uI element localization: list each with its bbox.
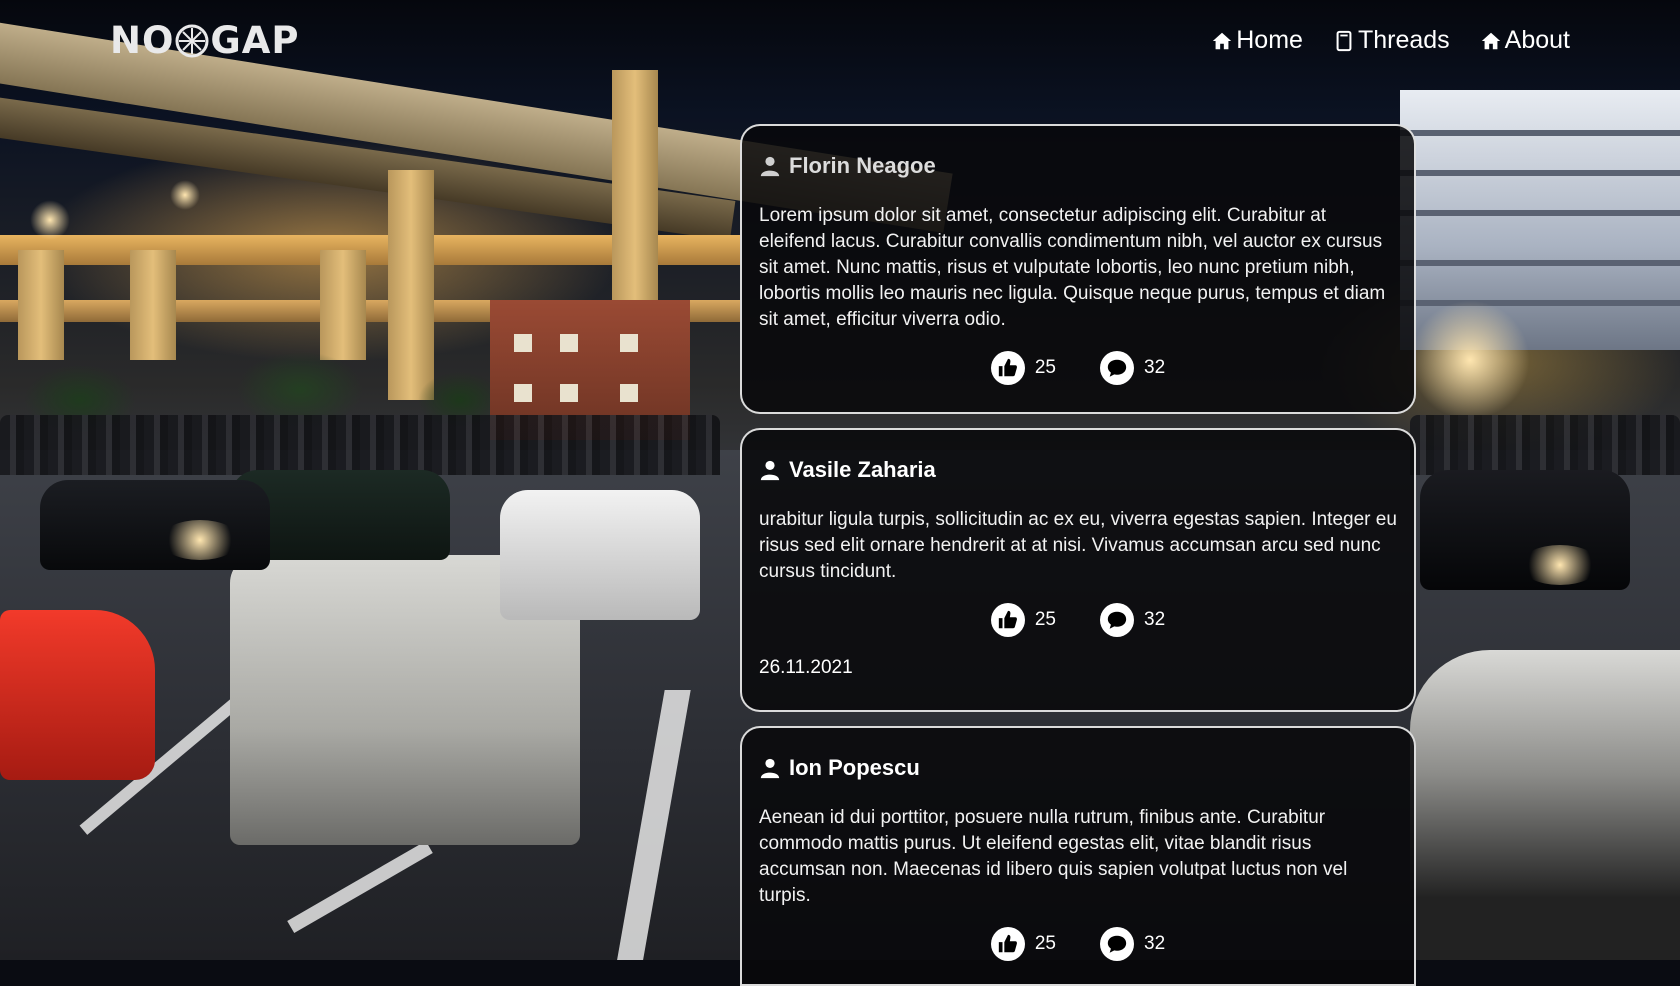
user-icon — [760, 460, 780, 481]
comment-button[interactable]: 32 — [1100, 351, 1165, 385]
thumbs-up-icon — [998, 934, 1017, 953]
post-body: Lorem ipsum dolor sit amet, consectetur … — [759, 205, 1386, 330]
like-count: 25 — [1034, 609, 1056, 630]
post-card[interactable]: Ion Popescu Aenean id dui porttitor, pos… — [740, 726, 1416, 986]
post-author[interactable]: Florin Neagoe — [759, 153, 1397, 179]
post-stats: 25 32 — [759, 927, 1397, 961]
about-icon — [1481, 32, 1500, 49]
post-card[interactable]: Florin Neagoe Lorem ipsum dolor sit amet… — [740, 124, 1416, 414]
main-menu: Home Threads About — [1211, 26, 1570, 55]
thumbs-up-icon — [998, 358, 1017, 377]
user-icon — [760, 156, 780, 177]
nav-threads-link[interactable]: Threads — [1333, 26, 1450, 55]
post-stats: 25 32 — [759, 351, 1397, 385]
logo-text-left: NO — [110, 19, 175, 62]
home-icon — [1213, 32, 1232, 49]
post-author[interactable]: Ion Popescu — [759, 755, 1397, 781]
comment-icon — [1107, 359, 1127, 377]
like-count: 25 — [1034, 933, 1056, 954]
top-navbar: NO GAP Home Threads About — [0, 0, 1680, 86]
like-button[interactable]: 25 — [990, 927, 1056, 961]
author-name: Vasile Zaharia — [789, 457, 936, 482]
comment-count: 32 — [1144, 933, 1166, 954]
post-body: urabitur ligula turpis, sollicitudin ac … — [759, 509, 1397, 582]
brand-logo[interactable]: NO GAP — [110, 19, 300, 62]
comment-button[interactable]: 32 — [1100, 927, 1165, 961]
wheel-icon — [175, 24, 209, 57]
post-date: 26.11.2021 — [759, 657, 853, 678]
post-stats: 25 32 — [759, 603, 1397, 637]
post-body: Aenean id dui porttitor, posuere nulla r… — [759, 807, 1348, 906]
like-count: 25 — [1034, 357, 1056, 378]
comment-count: 32 — [1144, 609, 1166, 630]
nav-about-label: About — [1504, 26, 1570, 54]
comment-icon — [1107, 935, 1127, 953]
like-button[interactable]: 25 — [990, 351, 1056, 385]
post-author[interactable]: Vasile Zaharia — [759, 457, 1397, 483]
comment-count: 32 — [1144, 357, 1166, 378]
threads-icon — [1336, 30, 1352, 51]
comment-icon — [1107, 611, 1127, 629]
thumbs-up-icon — [998, 610, 1017, 629]
nav-home-link[interactable]: Home — [1211, 26, 1303, 55]
author-name: Ion Popescu — [789, 755, 920, 780]
nav-threads-label: Threads — [1357, 26, 1450, 54]
comment-button[interactable]: 32 — [1100, 603, 1165, 637]
nav-home-label: Home — [1236, 26, 1303, 54]
author-name: Florin Neagoe — [789, 153, 936, 178]
user-icon — [760, 758, 780, 779]
post-card[interactable]: Vasile Zaharia urabitur ligula turpis, s… — [740, 428, 1416, 712]
logo-text-right: GAP — [210, 19, 300, 62]
like-button[interactable]: 25 — [990, 603, 1056, 637]
nav-about-link[interactable]: About — [1480, 26, 1570, 55]
